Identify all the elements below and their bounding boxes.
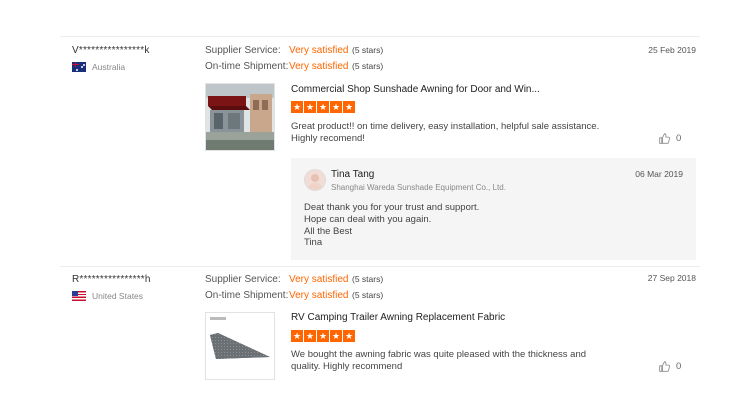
supplier-service-value: Very satisfied — [289, 45, 349, 56]
star-icon: ★ — [291, 101, 303, 113]
awning-fabric-image — [206, 313, 274, 379]
product-thumbnail[interactable] — [205, 312, 275, 380]
shipment-label: On-time Shipment: — [205, 61, 289, 72]
australia-flag-icon — [72, 62, 86, 72]
star-rating: ★ ★ ★ ★ ★ — [291, 330, 355, 342]
star-icon: ★ — [304, 101, 316, 113]
country-label: United States — [92, 291, 144, 301]
country-label: Australia — [92, 62, 126, 72]
star-icon: ★ — [291, 330, 303, 342]
review-divider — [60, 266, 700, 267]
supplier-service-row: Supplier Service: Very satisfied (5 star… — [205, 45, 383, 56]
reply-line: Deat thank you for your trust and suppor… — [304, 202, 480, 213]
supplier-service-value: Very satisfied — [289, 274, 349, 285]
top-divider — [60, 36, 700, 37]
reply-line: All the Best — [304, 225, 353, 237]
shipment-stars: (5 stars) — [352, 61, 384, 71]
awning-storefront-image — [206, 84, 274, 150]
like-count: 0 — [676, 361, 682, 372]
supplier-service-stars: (5 stars) — [352, 274, 384, 284]
star-rating: ★ ★ ★ ★ ★ — [291, 101, 355, 113]
like-button[interactable]: 0 — [659, 361, 681, 372]
star-icon: ★ — [330, 330, 342, 342]
supplier-service-row: Supplier Service: Very satisfied (5 star… — [205, 274, 383, 285]
reviewer-name: R****************h — [72, 274, 151, 285]
review-date: 25 Feb 2019 — [648, 45, 696, 55]
shipment-row: On-time Shipment: Very satisfied (5 star… — [205, 290, 383, 301]
star-icon: ★ — [304, 330, 316, 342]
star-icon: ★ — [317, 330, 329, 342]
review-date: 27 Sep 2018 — [647, 273, 696, 283]
us-flag-icon — [72, 291, 86, 301]
reply-line: Hope can deal with you again. — [304, 213, 432, 225]
star-icon: ★ — [343, 330, 355, 342]
shipment-stars: (5 stars) — [352, 290, 384, 300]
thumbs-up-icon — [659, 361, 670, 372]
reply-company: Shanghai Wareda Sunshade Equipment Co., … — [331, 183, 506, 192]
reply-body: Deat thank you for your trust and suppor… — [304, 202, 479, 249]
shipment-row: On-time Shipment: Very satisfied (5 star… — [205, 61, 383, 72]
shipment-value: Very satisfied — [289, 61, 349, 72]
reply-line: Tina — [304, 237, 323, 249]
supplier-reply: Tina Tang Shanghai Wareda Sunshade Equip… — [291, 158, 696, 260]
reply-date: 06 Mar 2019 — [635, 169, 683, 179]
like-button[interactable]: 0 — [659, 133, 681, 144]
reply-author-name: Tina Tang — [331, 169, 375, 180]
like-count: 0 — [676, 133, 682, 144]
reviewer-name: V****************k — [72, 45, 150, 56]
supplier-service-stars: (5 stars) — [352, 45, 384, 55]
shipment-label: On-time Shipment: — [205, 290, 289, 301]
star-icon: ★ — [317, 101, 329, 113]
star-icon: ★ — [343, 101, 355, 113]
shipment-value: Very satisfied — [289, 290, 349, 301]
supplier-service-label: Supplier Service: — [205, 274, 281, 285]
reviewer-country: Australia — [72, 62, 125, 72]
avatar — [304, 169, 326, 191]
supplier-service-label: Supplier Service: — [205, 45, 281, 56]
review-text: Great product!! on time delivery, easy i… — [291, 121, 600, 144]
person-avatar-icon — [307, 174, 323, 190]
review-text: We bought the awning fabric was quite pl… — [291, 349, 587, 372]
product-title-link[interactable]: RV Camping Trailer Awning Replacement Fa… — [291, 312, 505, 323]
product-title-link[interactable]: Commercial Shop Sunshade Awning for Door… — [291, 84, 540, 95]
thumbs-up-icon — [659, 133, 670, 144]
star-icon: ★ — [330, 101, 342, 113]
product-thumbnail[interactable] — [205, 83, 275, 151]
reviewer-country: United States — [72, 291, 143, 301]
